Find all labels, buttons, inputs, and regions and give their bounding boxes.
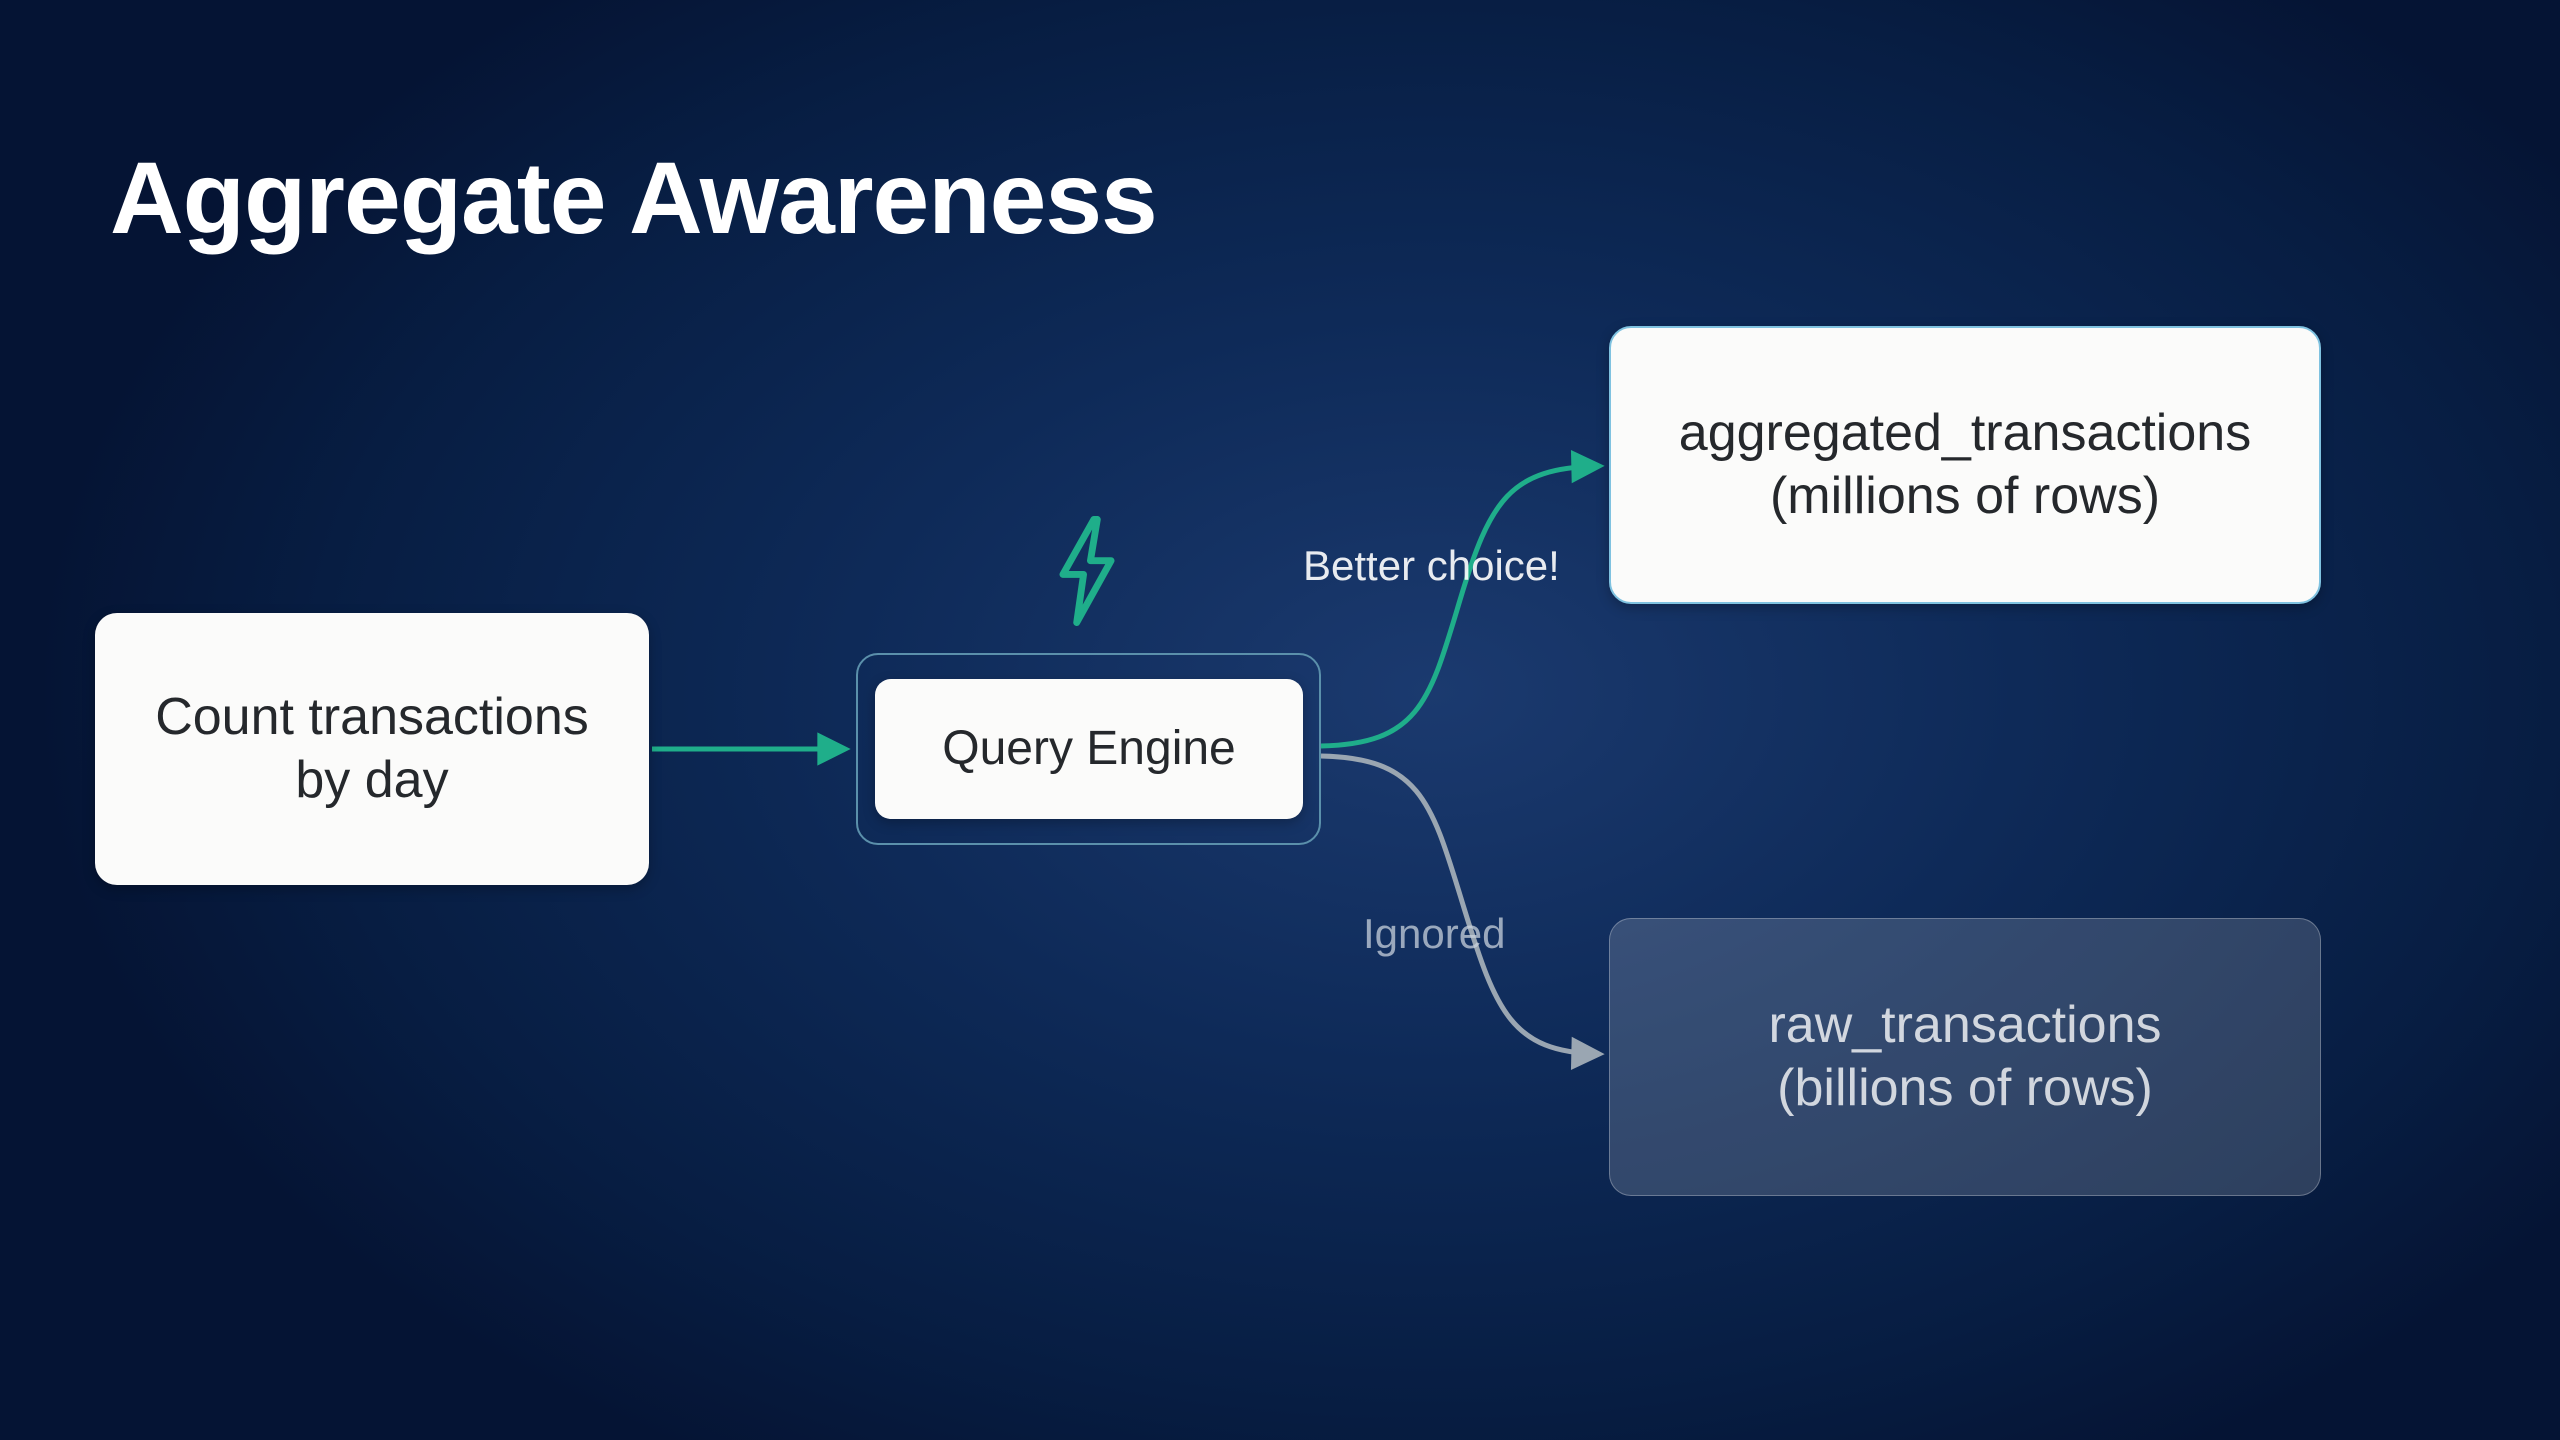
node-raw-line2: (billions of rows) (1777, 1057, 2153, 1120)
node-engine-label: Query Engine (942, 720, 1236, 779)
node-agg-line1: aggregated_transactions (1679, 402, 2251, 465)
node-aggregated-table: aggregated_transactions (millions of row… (1609, 326, 2321, 604)
node-source-line2: by day (295, 749, 448, 812)
edge-label-ignored: Ignored (1363, 910, 1505, 958)
node-raw-table: raw_transactions (billions of rows) (1609, 918, 2321, 1196)
node-query-engine: Query Engine (875, 679, 1303, 819)
node-source-query: Count transactions by day (95, 613, 649, 885)
node-raw-line1: raw_transactions (1768, 994, 2161, 1057)
edge-label-better-choice: Better choice! (1303, 542, 1560, 590)
diagram-title: Aggregate Awareness (110, 140, 1157, 257)
node-source-line1: Count transactions (155, 686, 589, 749)
edge-engine-to-aggregated (1321, 466, 1598, 746)
lightning-icon (1052, 516, 1122, 626)
edge-engine-to-raw (1321, 756, 1598, 1054)
node-agg-line2: (millions of rows) (1770, 465, 2160, 528)
